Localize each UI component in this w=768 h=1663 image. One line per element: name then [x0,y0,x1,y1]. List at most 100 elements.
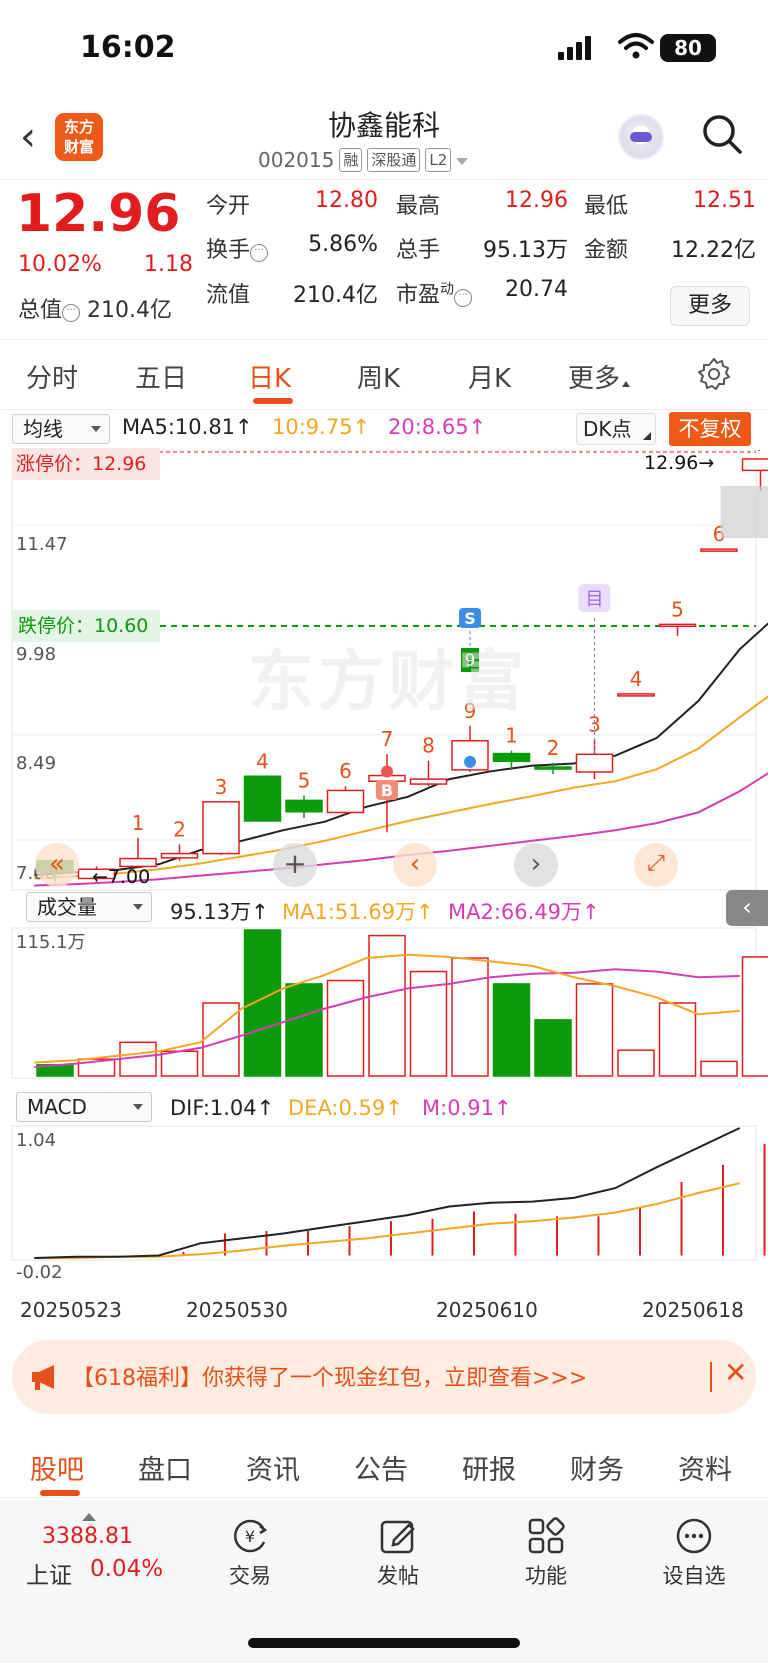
td-count-label: 4 [630,667,643,691]
functions-button[interactable]: 功能 [506,1516,586,1590]
scroll-left-icon[interactable]: ‹ [393,843,437,887]
date-label: 20250530 [186,1298,288,1322]
tab-research[interactable]: 研报 [462,1448,516,1487]
tab-intraday[interactable]: 分时 [26,358,78,395]
battery-indicator: 80 [660,34,716,62]
stock-code: 002015 [258,148,335,172]
candle-body [492,752,531,763]
candle-body [700,548,738,552]
tag-margin: 融 [339,148,363,172]
td-count-label: 6 [339,759,352,783]
turnover-value: 5.86% [308,232,378,257]
indicator-select[interactable]: 均线 [12,414,110,444]
robot-assistant-icon[interactable] [618,114,664,160]
volume-value: 95.13万↑ [170,900,269,924]
tab-news[interactable]: 资讯 [246,1448,300,1487]
tab-monthly-k[interactable]: 月K [468,358,511,395]
volume-select[interactable]: 成交量 [26,892,152,922]
ma20-value: 20:8.65↑ [388,415,487,439]
change-percent: 10.02% [18,252,102,277]
megaphone-icon [32,1365,54,1390]
info-icon[interactable]: ··· [62,304,81,322]
functions-label: 功能 [525,1564,567,1588]
dk-point-button[interactable]: DK点 [576,413,656,445]
trade-button[interactable]: ¥ 交易 [210,1516,290,1590]
volume-max-label: 115.1万 [16,932,86,953]
bottom-dock: 3388.81 上证 0.04% ¥ 交易 发帖 功能 设自选 [0,1500,768,1663]
add-watchlist-label: 设自选 [662,1564,726,1588]
low-label: 最低 [584,194,629,219]
tab-weekly-k[interactable]: 周K [357,358,400,395]
td-count-label: 1 [505,724,518,748]
pe-sup: 动 [440,281,455,298]
promo-banner[interactable]: 【618福利】你获得了一个现金红包，立即查看>>> ✕ [12,1340,756,1414]
tab-five-day[interactable]: 五日 [135,358,187,395]
active-tab-indicator [40,1490,80,1496]
macd-panel-frame [11,1125,757,1261]
candle-body [243,775,282,822]
min-price-label: ←7.00 [92,866,151,888]
more-button[interactable]: 更多 [670,286,750,326]
post-button[interactable]: 发帖 [358,1516,438,1590]
kline-chart-area[interactable]: 1234567891234567S9B目 涨停价：12.96 跌停价：10.60… [0,432,768,1330]
expand-up-icon[interactable] [82,1506,96,1521]
amount-value: 12.22亿 [671,238,756,263]
post-label: 发帖 [377,1564,419,1588]
add-watchlist-button[interactable]: 设自选 [654,1516,734,1590]
max-price-label: 12.96→ [644,452,715,474]
close-icon[interactable]: ✕ [724,1356,747,1389]
td-count-label: 4 [256,749,269,773]
high-value: 12.96 [505,188,568,213]
y-axis-label: 9.98 [16,644,57,665]
pe-value: 20.74 [505,277,568,302]
volume-bar [285,983,323,1077]
tab-pankou[interactable]: 盘口 [138,1448,192,1487]
volume-bar [326,979,365,1077]
info-icon[interactable]: ··· [454,289,473,307]
tab-announcement[interactable]: 公告 [354,1448,408,1487]
macd-max-label: 1.04 [16,1130,57,1151]
candle-body [409,778,448,785]
index-percent[interactable]: 0.04% [90,1556,163,1582]
info-icon[interactable]: ··· [250,244,269,262]
promo-text: 【618福利】你获得了一个现金红包，立即查看>>> [72,1366,588,1391]
promo-divider [710,1362,712,1392]
chevron-icon [622,381,631,387]
buy-dot [381,765,393,778]
tab-guba[interactable]: 股吧 [30,1448,84,1487]
candle-body [617,693,655,697]
y-axis-label: 11.47 [16,534,68,555]
volume-label: 总手 [396,238,441,263]
index-value[interactable]: 3388.81 [42,1524,133,1549]
tab-daily-k[interactable]: 日K [248,358,291,395]
float-value: 210.4亿 [293,283,378,308]
candle-body [534,766,572,770]
quote-panel: 12.96 10.02% 1.18 总值 ··· 210.4亿 今开 12.80 … [0,180,768,340]
stock-code-row[interactable]: 002015 融 深股通 L2 [258,148,469,172]
zoom-out-icon[interactable]: + [273,843,317,887]
volume-bar [575,983,614,1077]
low-value: 12.51 [693,188,756,213]
fullscreen-icon[interactable]: ⤢ [634,843,678,887]
tab-more[interactable]: 更多 [568,358,631,395]
date-label: 20250618 [642,1298,744,1322]
high-label: 最高 [396,194,441,219]
tab-profile[interactable]: 资料 [678,1448,732,1487]
scroll-right-icon[interactable]: › [514,843,558,887]
macd-select[interactable]: MACD [16,1092,152,1122]
candle-body [658,623,697,628]
collapse-panel-icon[interactable]: ‹ [726,890,768,926]
macd-min-label: -0.02 [16,1262,63,1283]
index-name[interactable]: 上证 [26,1556,72,1590]
signal-icon [558,36,598,60]
volume-ma2: MA2:66.49万↑ [448,900,600,924]
candle-body [326,789,365,814]
market-cap-label: 总值 [18,298,63,323]
candle-body [741,458,768,472]
gear-icon[interactable] [696,356,732,392]
tab-finance[interactable]: 财务 [570,1448,624,1487]
search-icon[interactable] [700,112,744,156]
scroll-left-fast-icon[interactable]: « [35,843,79,887]
adjust-button[interactable]: 不复权 [669,412,751,446]
trade-label: 交易 [229,1564,271,1588]
